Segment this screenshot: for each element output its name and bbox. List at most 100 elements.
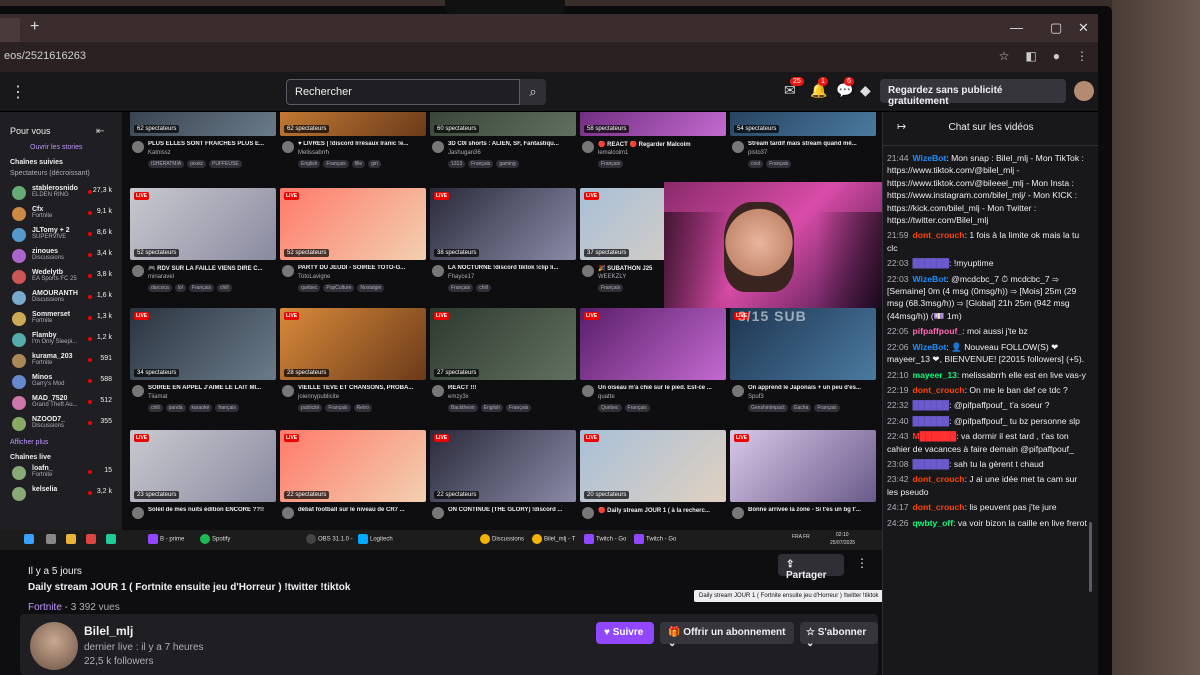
streamer-avatar[interactable] [432,385,444,397]
streamer-avatar[interactable] [432,507,444,519]
streamer-avatar[interactable] [132,265,144,277]
explorer-icon[interactable] [66,534,78,544]
sidebar-live-channel[interactable]: loafn_ Fortnite 15 [0,463,122,484]
sidebar-channel[interactable]: AMOURANTH Discussions 1,6 k [0,288,122,309]
message-username[interactable]: qwbty_off [913,518,954,528]
search-taskbar-icon[interactable] [46,534,58,544]
tag[interactable]: English [298,160,321,168]
stream-channel[interactable]: TotoLavigne [298,274,330,280]
store-icon[interactable] [86,534,98,544]
tag[interactable]: lol [174,284,186,292]
stream-card[interactable]: 62 spectateurs PLUS ELLES SONT FRAICHES P… [130,112,276,168]
tag[interactable]: panda [165,404,186,412]
stream-thumbnail[interactable]: LIVE 28 spectateurs [280,308,426,380]
start-icon[interactable] [24,534,36,544]
clock-time[interactable]: 02:10 [836,532,849,538]
streamer-avatar[interactable] [582,507,594,519]
url-text[interactable]: eos/2521616263 [4,50,86,62]
tag[interactable]: PopCulture [323,284,355,292]
stream-channel[interactable]: joiennypublicite [298,394,339,400]
star-icon[interactable]: ☆ [999,49,1010,63]
streamer-avatar[interactable] [282,385,294,397]
message-username[interactable]: ██████ [913,416,950,426]
tag[interactable]: Français [448,284,474,292]
spotify-app[interactable]: Spotify [200,534,230,544]
stream-title[interactable]: On apprend le Japonais + un peu d'es... [748,385,876,391]
stream-title[interactable]: PLUS ELLES SONT FRAICHES PLUS E... [148,141,276,147]
search-icon[interactable]: ⌕ [520,79,546,105]
stream-thumbnail[interactable]: LIVE 27 spectateurs [430,308,576,380]
stream-thumbnail[interactable]: 54 spectateurs [730,112,876,136]
edge-icon[interactable] [106,534,118,544]
stream-channel[interactable]: Jashugan36 [448,150,481,156]
stream-card[interactable]: LIVE 52 spectateurs PARTY DU JEUDI - SOIRÉ… [280,188,426,292]
crown-icon[interactable]: ◆ [860,82,871,99]
stream-channel[interactable]: pisto37 [748,150,767,156]
message-username[interactable]: pifpaffpouf_ [913,326,963,336]
sidebar-channel[interactable]: Wedelytb EA Sports FC 25 3,8 k [0,267,122,288]
tag[interactable]: gaming [496,160,519,168]
stream-channel[interactable]: Katnissz [148,150,171,156]
profile-icon[interactable]: ● [1053,49,1060,63]
gift-sub-button[interactable]: 🎁 Offrir un abonnement ⌄ [660,622,794,649]
sidebar-channel[interactable]: stablerosnido ELDEN RING 27,3 k [0,183,122,204]
tag[interactable]: chill [476,284,491,292]
stream-card[interactable]: LIVE 27 spectateurs REACT !!! emzy3x Backthe… [430,308,576,412]
stream-channel[interactable]: Fhayce17 [448,274,474,280]
tag[interactable]: chill [217,284,232,292]
sidebar-channel[interactable]: Minos Garry's Mod 588 [0,372,122,393]
stream-card[interactable]: LIVE 22 spectateurs ON CONTINUE (THE GLORY… [430,430,576,530]
stream-channel[interactable]: emzy3x [448,394,469,400]
stream-card[interactable]: LIVE 34 spectateurs SOIRÉE EN APPEL J'AIME… [130,308,276,412]
live-player[interactable] [664,182,882,308]
stream-title[interactable]: ♥ LIVRES | !discord Irrésaux Iranic !e..… [298,141,426,147]
tag[interactable]: cool [748,160,764,168]
stream-title[interactable]: 🔴 REACT 🔴 Regarder Malcoim [598,141,726,148]
tag[interactable]: Français [814,404,840,412]
stream-card[interactable]: 62 spectateurs ♥ LIVRES | !discord Irrésa… [280,112,426,168]
share-button[interactable]: ⇪ Partager [778,554,844,581]
sidebar-channel[interactable]: Sommerset Fortnite 1,3 k [0,309,122,330]
message-username[interactable]: mayeer_13 [913,370,957,380]
avatar[interactable] [1074,81,1094,101]
subscribe-button[interactable]: ☆ S'abonner ⌄ [800,622,878,649]
follow-button[interactable]: ♥ Suivre [596,622,654,644]
channel-avatar[interactable] [30,622,78,670]
chrome-app[interactable]: Discussions [480,534,524,544]
streamer-avatar[interactable] [282,141,294,153]
stream-title[interactable]: VIEILLE TÉVÉ ET CHANSONS, PROBA... [298,385,426,391]
stream-thumbnail[interactable]: LIVE [730,430,876,502]
message-username[interactable]: dont_crouch [913,474,965,484]
streamer-avatar[interactable] [132,507,144,519]
tag[interactable]: darcoca [148,284,172,292]
stream-thumbnail[interactable]: LIVE 52 spectateurs [280,188,426,260]
stream-card[interactable]: LIVE 20 spectateurs 🔴 Daily stream JOUR 1 … [580,430,726,530]
tag[interactable]: Nostalgie [357,284,385,292]
stream-title[interactable]: 3D C0I shorts : ALIEN, SF, Fantastiqu... [448,141,576,147]
message-username[interactable]: WizeBot [913,153,947,163]
stream-card[interactable]: LIVE 52 spectateurs 🎮 RDV SUR LA FAILLE VI… [130,188,276,292]
tag[interactable]: Français [325,404,351,412]
stream-card[interactable]: LIVE 23 spectateurs Soleil de mes nuits éd… [130,430,276,530]
extension-icon[interactable]: ◧ [1025,49,1036,63]
streamer-avatar[interactable] [732,141,744,153]
stream-thumbnail[interactable]: LIVE [580,308,726,380]
streamer-avatar[interactable] [582,141,594,153]
sidebar-live-channel[interactable]: kelselia 3,2 k [0,484,122,505]
search-input[interactable]: Rechercher [286,79,520,105]
streamer-avatar[interactable] [582,265,594,277]
collapse-sidebar-icon[interactable]: ⇤ [96,126,104,137]
stream-card[interactable]: 60 spectateurs 3D C0I shorts : ALIEN, SF,… [430,112,576,168]
stream-thumbnail[interactable]: LIVE 22 spectateurs [280,430,426,502]
streamer-avatar[interactable] [282,507,294,519]
message-username[interactable]: ██████ [913,459,950,469]
tag[interactable]: Gacha [790,404,812,412]
tag[interactable]: pixelz [187,160,206,168]
stream-thumbnail[interactable]: LIVE 34 spectateurs [130,308,276,380]
stream-thumbnail[interactable]: LIVE 23 spectateurs [130,430,276,502]
stream-channel[interactable]: Tiiamat [148,394,167,400]
stream-title[interactable]: ON CONTINUE (THE GLORY) !discord ... [448,507,576,513]
sidebar-channel[interactable]: JLTomy + 2 SUPERVIVE 8,6 k [0,225,122,246]
tag[interactable]: Français [624,404,650,412]
message-username[interactable]: dont_crouch [913,385,965,395]
